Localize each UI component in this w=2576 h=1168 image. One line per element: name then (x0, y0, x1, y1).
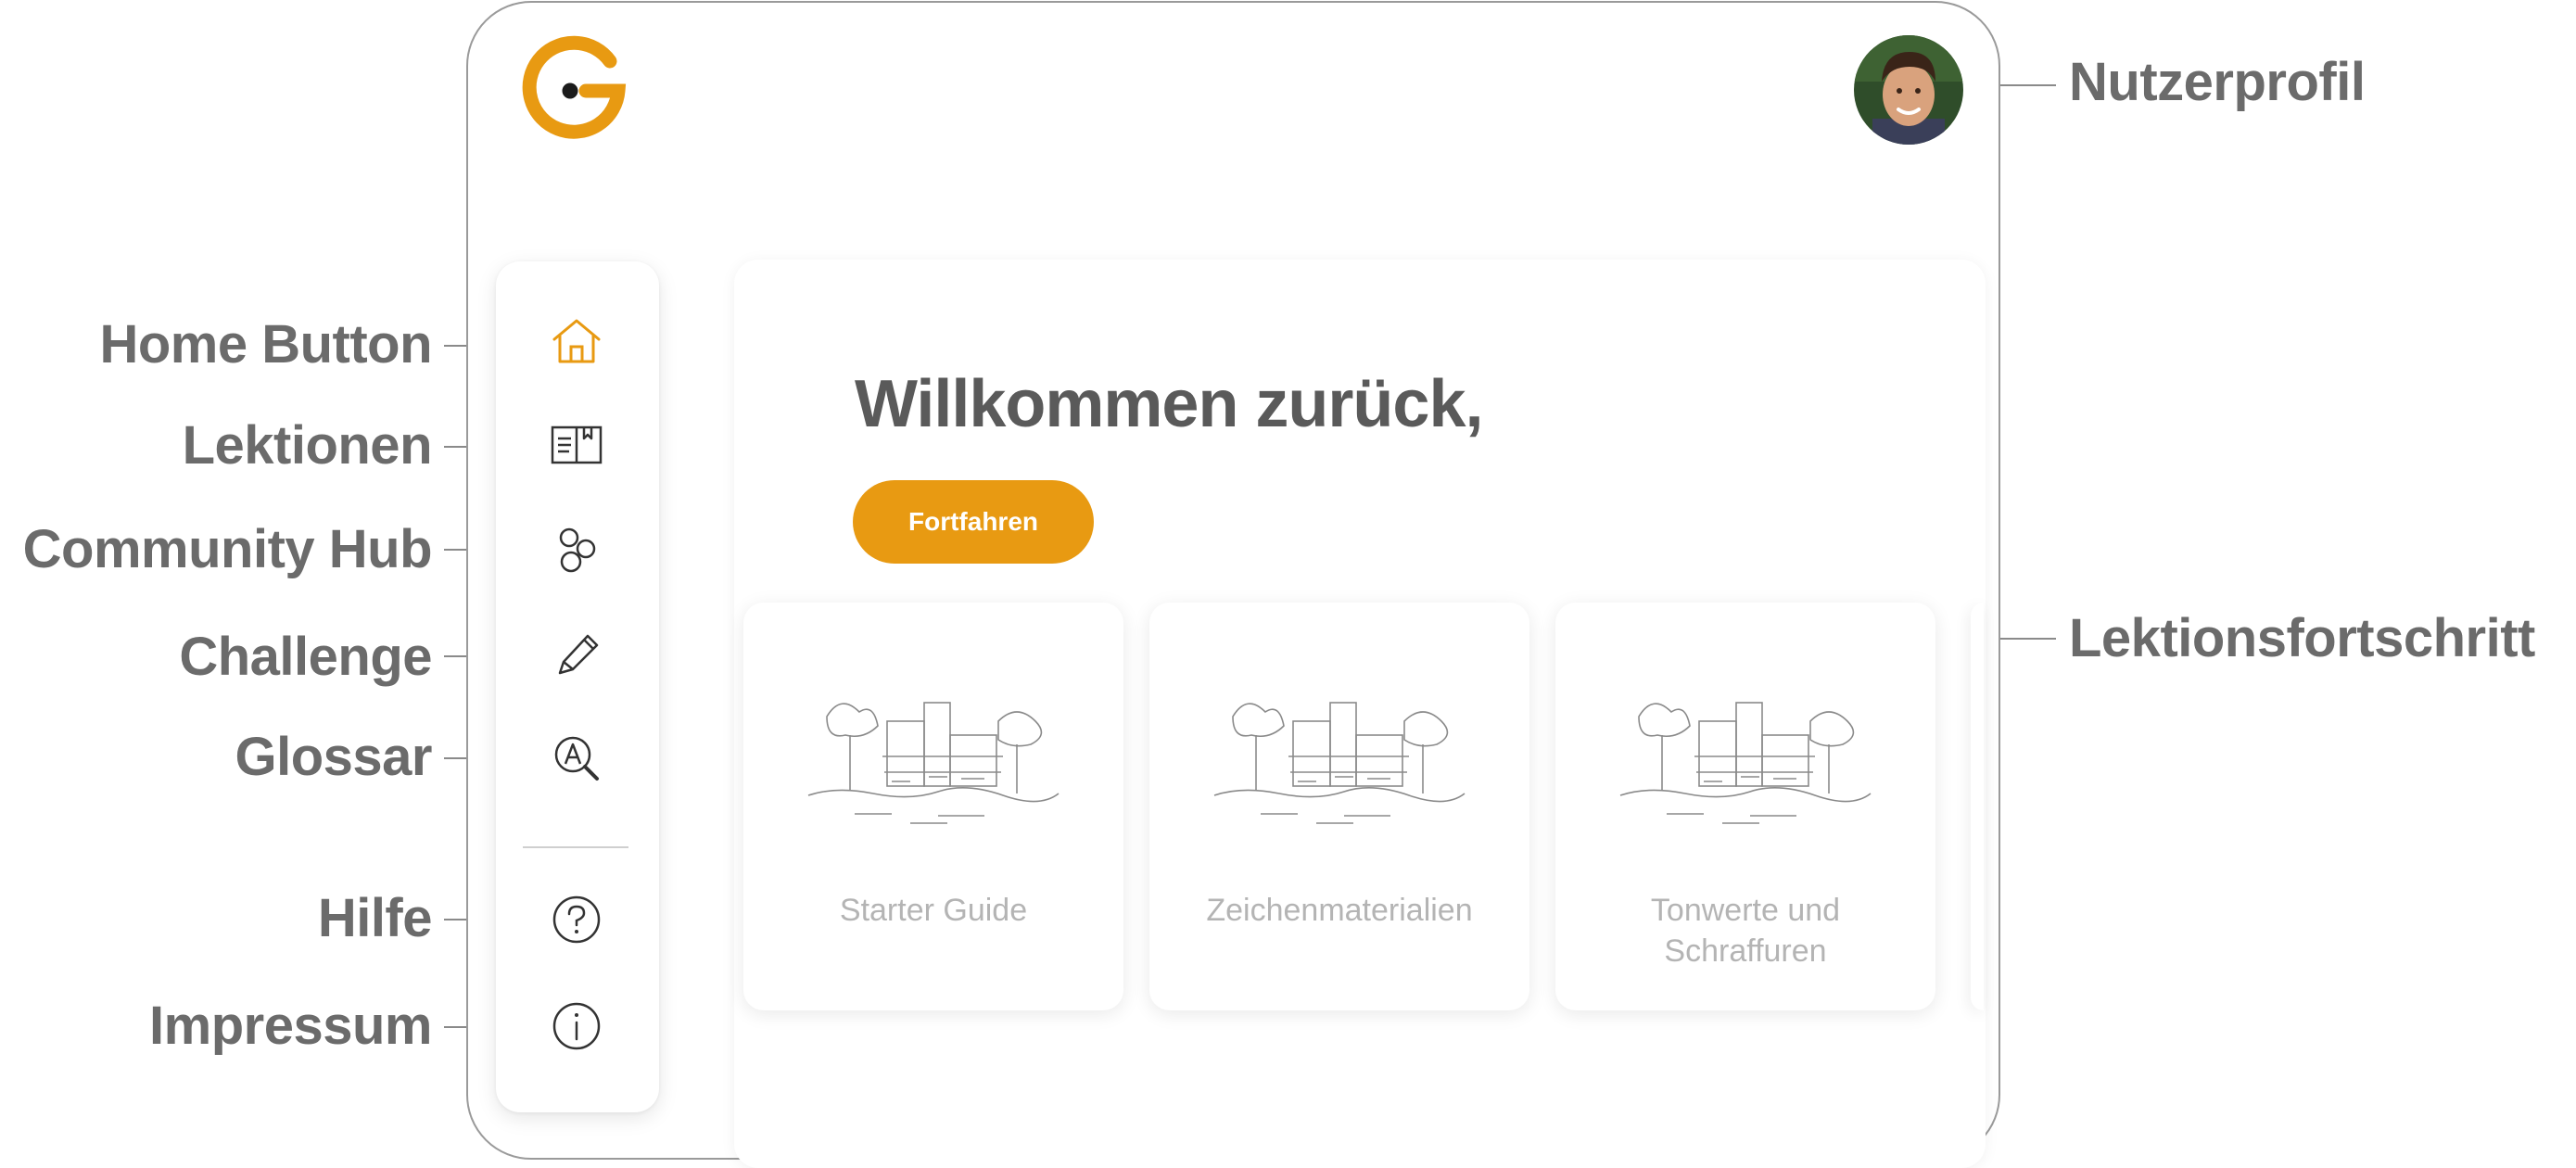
welcome-heading: Willkommen zurück, (855, 367, 1483, 441)
pencil-icon (558, 634, 599, 675)
continue-button[interactable]: Fortfahren (853, 480, 1094, 564)
lesson-thumbnail-sketch-icon (1619, 702, 1872, 824)
callout-lektionsfortschritt: Lektionsfortschritt (2069, 608, 2535, 668)
app-logo[interactable] (517, 33, 630, 146)
home-icon (552, 319, 601, 363)
sidebar-item-impressum[interactable] (534, 984, 619, 1069)
book-icon (551, 425, 603, 464)
callout-nutzerprofil: Nutzerprofil (2069, 52, 2366, 112)
callout-lektionen: Lektionen (182, 415, 433, 476)
help-icon (552, 895, 601, 944)
lesson-thumbnail-sketch-icon (1213, 702, 1466, 824)
sidebar-item-hilfe[interactable] (534, 877, 619, 962)
user-avatar[interactable] (1854, 35, 1963, 145)
lesson-card[interactable]: Starter Guide (743, 603, 1123, 1010)
lesson-card-next-peek[interactable] (1971, 603, 1984, 1010)
sidebar-item-home[interactable] (534, 298, 619, 384)
callout-glossar: Glossar (235, 727, 433, 787)
lesson-card-title: Tonwerte und Schraffuren (1650, 893, 1841, 969)
lesson-thumbnail-sketch-icon (807, 702, 1060, 824)
sidebar-divider (523, 846, 628, 848)
avatar-icon (1854, 35, 1963, 145)
lesson-card[interactable]: Zeichenmaterialien (1149, 603, 1529, 1010)
logo-g-icon (522, 35, 627, 139)
callout-community-hub: Community Hub (22, 519, 433, 579)
lesson-card-title: Zeichenmaterialien (1206, 893, 1473, 928)
lesson-card[interactable]: Tonwerte und Schraffuren (1555, 603, 1935, 1010)
sidebar-item-challenge[interactable] (534, 612, 619, 697)
community-icon (559, 527, 596, 573)
callout-impressum: Impressum (149, 996, 432, 1056)
info-icon (552, 1002, 601, 1050)
callout-home-button: Home Button (99, 314, 432, 375)
glossary-search-icon (554, 736, 599, 781)
callout-challenge: Challenge (179, 627, 432, 687)
lesson-card-title: Starter Guide (839, 893, 1028, 928)
sidebar-item-community-hub[interactable] (534, 506, 619, 591)
callout-hilfe: Hilfe (317, 888, 433, 948)
sidebar-item-glossar[interactable] (534, 716, 619, 801)
sidebar-item-lektionen[interactable] (534, 401, 619, 487)
